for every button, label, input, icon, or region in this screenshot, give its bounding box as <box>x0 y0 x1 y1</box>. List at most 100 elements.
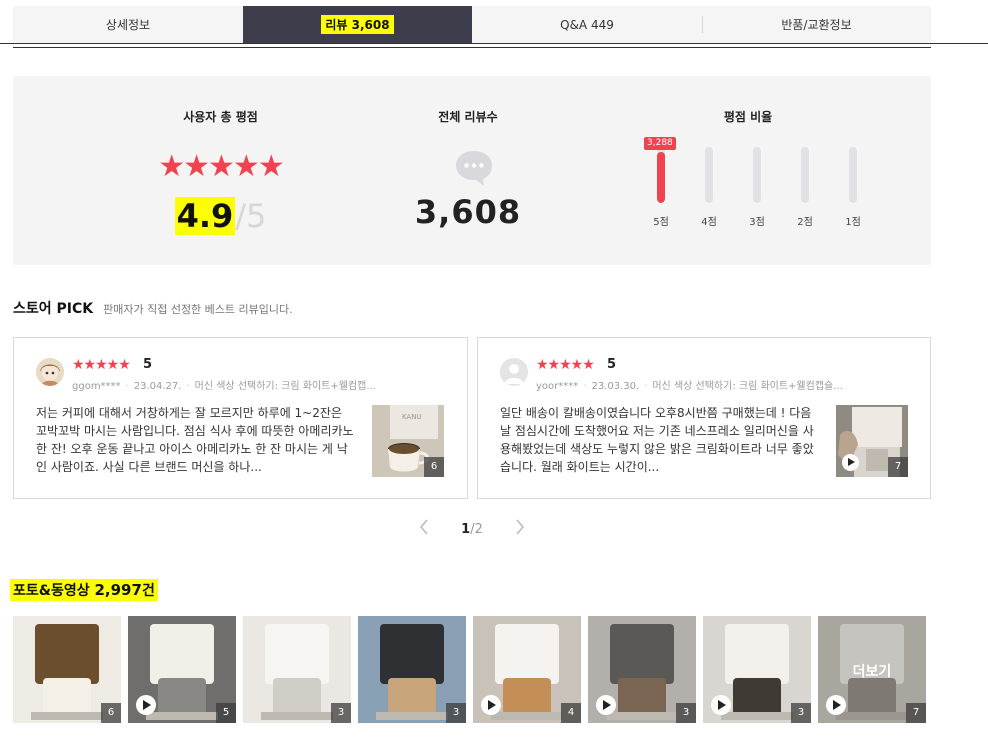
review-date: 23.03.30. <box>591 381 640 392</box>
ratio-bar-4: 4점 <box>689 144 729 234</box>
photo-count-badge: 7 <box>888 457 908 477</box>
pick-review-card[interactable]: ★★★★★ 5 yoor**** · 23.03.30. · 머신 색상 선택하기: 크… <box>477 337 931 499</box>
rating-value: 4.9 <box>174 197 236 235</box>
total-rating-block: 사용자 총 평점 ★★★★★ 4.9/5 <box>113 76 328 265</box>
ratio-bar-3: 3점 <box>737 144 777 234</box>
ratio-bar-track <box>849 147 857 203</box>
rating-stars-icon: ★★★★★ <box>158 149 284 184</box>
review-thumbnail[interactable]: KANU 6 <box>372 405 444 477</box>
ratio-bar-2: 2점 <box>785 144 825 234</box>
review-score: 5 <box>143 357 153 372</box>
photo-tile[interactable]: 5 <box>128 616 236 723</box>
tab-reviews[interactable]: 리뷰 3,608 <box>243 6 472 43</box>
ratio-bar-track <box>801 147 809 203</box>
review-meta: yoor**** · 23.03.30. · 머신 색상 선택하기: 크림 화이트+웰컴… <box>536 381 843 392</box>
ratio-bar-label: 3점 <box>749 217 765 228</box>
review-score: 5 <box>607 357 617 372</box>
photo-tile[interactable]: 3 <box>358 616 466 723</box>
page-current: 1 <box>461 521 471 537</box>
prev-page-chevron-icon[interactable] <box>409 518 439 540</box>
count-title: 전체 리뷰수 <box>438 110 498 124</box>
photo-tile[interactable]: 3 <box>588 616 696 723</box>
review-stars-icon: ★★★★★ <box>536 357 595 373</box>
ratio-count-badge: 3,288 <box>644 137 676 150</box>
photo-unit: 건 <box>141 583 155 599</box>
ratio-bar-label: 1점 <box>845 217 861 228</box>
review-option: 머신 색상 선택하기: 크림 화이트+웰컴캡... <box>194 381 376 392</box>
ratio-bar-label: 2점 <box>797 217 813 228</box>
play-video-icon <box>842 454 859 471</box>
photo-count-badge: 3 <box>791 703 811 723</box>
photo-count-badge: 6 <box>101 703 121 723</box>
pick-review-card[interactable]: ★★★★★ 5 ggom**** · 23.04.27. · 머신 색상 선택하기: 크… <box>13 337 468 499</box>
ratio-title: 평점 비율 <box>723 110 773 124</box>
store-pick-title: 스토어 PICK <box>13 301 94 317</box>
photo-count-badge: 3 <box>446 703 466 723</box>
tab-return-label: 반품/교환정보 <box>781 18 852 32</box>
store-pick-subtitle: 판매자가 직접 선정한 베스트 리뷰입니다. <box>103 303 293 316</box>
photo-count-badge: 5 <box>216 703 236 723</box>
photo-count: 2,997 <box>94 581 142 599</box>
speech-bubble-icon <box>456 151 492 186</box>
rating-title: 사용자 총 평점 <box>183 110 258 124</box>
play-video-icon <box>596 695 616 715</box>
play-video-icon <box>136 695 156 715</box>
more-label: 더보기 <box>852 664 892 680</box>
rating-max: /5 <box>235 197 267 235</box>
user-avatar-icon <box>36 358 64 386</box>
ratio-bar-fill <box>657 152 665 203</box>
photo-count-badge: 3 <box>676 703 696 723</box>
review-text: 저는 커피에 대해서 거창하게는 잘 모르지만 하루에 1~2잔은 꼬박꼬박 마… <box>36 406 354 474</box>
photo-tile[interactable]: 더보기 7 <box>818 616 926 723</box>
ratio-bar-track <box>705 147 713 203</box>
ratio-bar-track <box>753 147 761 203</box>
ratio-bars: 3,288 5점 4점 3점 2점 1점 <box>641 137 861 234</box>
review-user: yoor**** <box>536 381 579 392</box>
divider <box>0 43 988 44</box>
rating-score: 4.9/5 <box>113 194 328 238</box>
photo-count-badge: 3 <box>331 703 351 723</box>
photo-tile[interactable]: 6 <box>13 616 121 723</box>
default-user-icon <box>500 358 528 386</box>
play-video-icon <box>826 695 846 715</box>
review-stars-icon: ★★★★★ <box>72 357 131 373</box>
review-date: 23.04.27. <box>133 381 182 392</box>
review-meta: ggom**** · 23.04.27. · 머신 색상 선택하기: 크림 화이트+웰컴… <box>72 381 376 392</box>
next-page-chevron-icon[interactable] <box>505 518 535 540</box>
photo-tile[interactable]: 4 <box>473 616 581 723</box>
ratio-bar-track <box>657 147 665 203</box>
review-summary: 사용자 총 평점 ★★★★★ 4.9/5 전체 리뷰수 3,608 평점 비율 … <box>13 76 931 265</box>
total-count-block: 전체 리뷰수 3,608 <box>368 76 568 265</box>
tab-qna-label: Q&A 449 <box>560 17 614 32</box>
ratio-bar-label: 5점 <box>653 217 669 228</box>
page-indicator: 1/2 <box>461 522 483 537</box>
tab-details[interactable]: 상세정보 <box>13 6 243 43</box>
tab-qna[interactable]: Q&A 449 <box>472 6 702 43</box>
tab-reviews-label: 리뷰 3,608 <box>321 15 394 34</box>
photo-tile[interactable]: 3 <box>703 616 811 723</box>
store-pick-header: 스토어 PICK 판매자가 직접 선정한 베스트 리뷰입니다. <box>13 298 293 318</box>
photo-count-badge: 7 <box>906 703 926 723</box>
divider <box>13 47 931 48</box>
avatar <box>36 358 64 386</box>
photo-video-title: 포토&동영상 2,997건 <box>10 579 158 601</box>
svg-text:KANU: KANU <box>402 413 422 421</box>
photo-count-badge: 4 <box>561 703 581 723</box>
ratio-bar-5: 3,288 5점 <box>641 137 681 234</box>
pick-pagination: 1/2 <box>0 518 944 540</box>
review-thumbnail[interactable]: 7 <box>836 405 908 477</box>
rating-ratio-block: 평점 비율 3,288 5점 4점 3점 2점 1점 <box>623 76 873 265</box>
photo-title: 포토&동영상 <box>13 583 90 599</box>
avatar <box>500 358 528 386</box>
photo-tile[interactable]: 3 <box>243 616 351 723</box>
review-option: 머신 색상 선택하기: 크림 화이트+웰컴캡슐... <box>652 381 843 392</box>
tab-return-exchange[interactable]: 반품/교환정보 <box>702 6 931 43</box>
review-text: 일단 배송이 칼배송이였습니다 오후8시반쯤 구매했는데 ! 다음날 점심시간에… <box>500 406 814 474</box>
play-video-icon <box>481 695 501 715</box>
play-video-icon <box>711 695 731 715</box>
page-total: 2 <box>474 521 483 537</box>
review-tabs: 상세정보 리뷰 3,608 Q&A 449 반품/교환정보 <box>13 6 931 43</box>
review-count: 3,608 <box>414 193 522 231</box>
photo-count-badge: 6 <box>424 457 444 477</box>
ratio-bar-label: 4점 <box>701 217 717 228</box>
